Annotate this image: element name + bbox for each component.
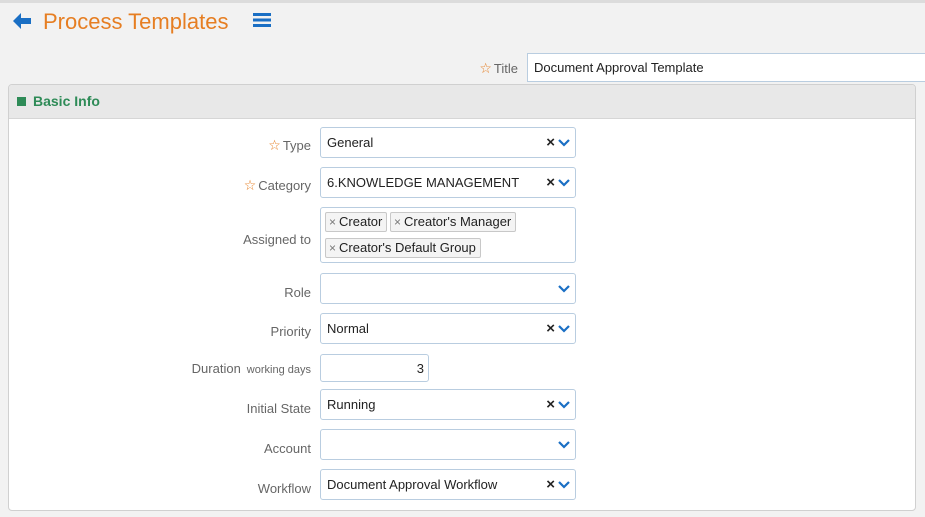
chevron-down-icon[interactable] bbox=[558, 324, 570, 333]
role-label: Role bbox=[284, 285, 311, 300]
remove-tag-icon[interactable]: × bbox=[394, 215, 401, 229]
required-star-icon: ☆ bbox=[268, 137, 281, 153]
duration-input[interactable]: 3 bbox=[320, 354, 429, 382]
assigned-to-multiselect[interactable]: × Creator × Creator's Manager × Creator's D… bbox=[320, 207, 576, 263]
account-label: Account bbox=[264, 441, 311, 456]
clear-icon[interactable]: × bbox=[546, 134, 555, 152]
duration-label: Duration working days bbox=[191, 361, 311, 376]
chevron-down-icon[interactable] bbox=[558, 480, 570, 489]
chevron-down-icon[interactable] bbox=[558, 284, 570, 293]
workflow-value: Document Approval Workflow bbox=[327, 477, 498, 492]
clear-icon[interactable]: × bbox=[546, 476, 555, 494]
type-row: ☆ Type General × bbox=[9, 127, 915, 158]
category-select[interactable]: 6.KNOWLEDGE MANAGEMENT × bbox=[320, 167, 576, 198]
page-title: Process Templates bbox=[43, 9, 229, 34]
type-label: ☆ Type bbox=[268, 137, 311, 153]
assigned-tag: × Creator's Manager bbox=[390, 212, 517, 232]
priority-select[interactable]: Normal × bbox=[320, 313, 576, 344]
account-select[interactable] bbox=[320, 429, 576, 460]
page-header: Process Templates bbox=[0, 0, 925, 44]
chevron-down-icon[interactable] bbox=[558, 138, 570, 147]
remove-tag-icon[interactable]: × bbox=[329, 241, 336, 255]
assigned-tag: × Creator's Default Group bbox=[325, 238, 481, 258]
arrow-left-icon[interactable] bbox=[12, 12, 32, 30]
title-input[interactable] bbox=[527, 53, 925, 82]
category-row: ☆ Category 6.KNOWLEDGE MANAGEMENT × bbox=[9, 167, 915, 198]
assigned-to-row: Assigned to × Creator × Creator's Manager … bbox=[9, 207, 915, 263]
chevron-down-icon[interactable] bbox=[558, 440, 570, 449]
basic-info-panel: Basic Info ☆ Type General × ☆ Category 6.K… bbox=[8, 84, 916, 511]
account-row: Account bbox=[9, 429, 915, 460]
panel-square-icon bbox=[17, 97, 26, 106]
type-select[interactable]: General × bbox=[320, 127, 576, 158]
role-select[interactable] bbox=[320, 273, 576, 304]
assigned-to-label: Assigned to bbox=[243, 232, 311, 247]
panel-header[interactable]: Basic Info bbox=[9, 85, 915, 119]
assigned-tag: × Creator bbox=[325, 212, 388, 232]
duration-unit: working days bbox=[246, 364, 311, 376]
workflow-label: Workflow bbox=[257, 481, 311, 496]
hamburger-menu-icon[interactable] bbox=[253, 12, 271, 28]
role-row: Role bbox=[9, 273, 915, 304]
required-star-icon: ☆ bbox=[479, 60, 492, 76]
initial-state-label: Initial State bbox=[246, 401, 311, 416]
chevron-down-icon[interactable] bbox=[558, 178, 570, 187]
chevron-down-icon[interactable] bbox=[558, 400, 570, 409]
priority-value: Normal bbox=[327, 321, 369, 336]
workflow-select[interactable]: Document Approval Workflow × bbox=[320, 469, 576, 500]
priority-row: Priority Normal × bbox=[9, 313, 915, 344]
category-label: ☆ Category bbox=[243, 177, 311, 193]
initial-state-select[interactable]: Running × bbox=[320, 389, 576, 420]
initial-state-row: Initial State Running × bbox=[9, 389, 915, 420]
title-label: ☆ Title bbox=[479, 60, 518, 76]
panel-title: Basic Info bbox=[33, 93, 100, 109]
title-row: ☆ Title bbox=[0, 53, 925, 83]
clear-icon[interactable]: × bbox=[546, 174, 555, 192]
duration-row: Duration working days 3 bbox=[9, 354, 915, 383]
clear-icon[interactable]: × bbox=[546, 396, 555, 414]
required-star-icon: ☆ bbox=[243, 177, 257, 193]
duration-value: 3 bbox=[416, 361, 424, 376]
remove-tag-icon[interactable]: × bbox=[329, 215, 336, 229]
type-value: General bbox=[327, 135, 374, 150]
workflow-row: Workflow Document Approval Workflow × bbox=[9, 469, 915, 500]
clear-icon[interactable]: × bbox=[546, 320, 555, 338]
category-value: 6.KNOWLEDGE MANAGEMENT bbox=[327, 175, 520, 190]
initial-state-value: Running bbox=[327, 397, 376, 412]
priority-label: Priority bbox=[270, 324, 311, 339]
